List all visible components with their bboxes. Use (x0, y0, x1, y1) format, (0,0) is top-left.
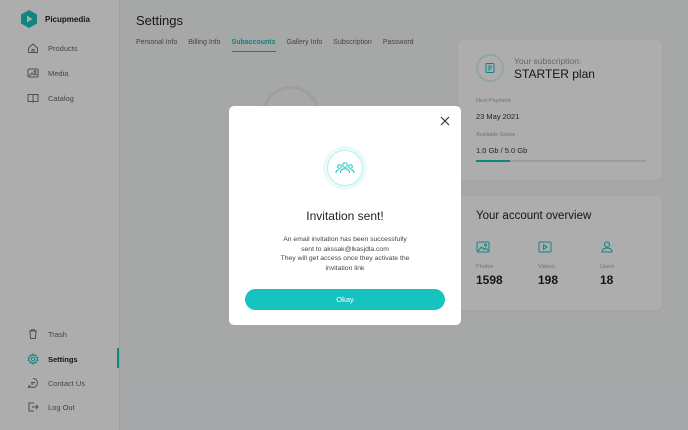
modal-icon-ring (323, 146, 367, 190)
modal-title: Invitation sent! (306, 209, 384, 223)
okay-button[interactable]: Okay (245, 289, 445, 310)
modal-text-line: sent to akssak@lkasjdla.com (259, 245, 431, 255)
modal-text-line: invitation link (325, 264, 365, 272)
modal-text-prefix: sent to (301, 245, 324, 253)
close-icon[interactable] (440, 116, 450, 126)
modal-text-line: An email invitation has been successfull… (283, 236, 407, 243)
modal-message: An email invitation has been successfull… (259, 235, 431, 273)
modal-text-line: They will get access once they activate … (280, 255, 410, 262)
invited-email: akssak@lkasjdla.com (323, 245, 389, 253)
invitation-sent-dialog: Invitation sent! An email invitation has… (229, 106, 461, 325)
modal-icon-inner (327, 150, 363, 186)
users-icon (335, 162, 355, 174)
